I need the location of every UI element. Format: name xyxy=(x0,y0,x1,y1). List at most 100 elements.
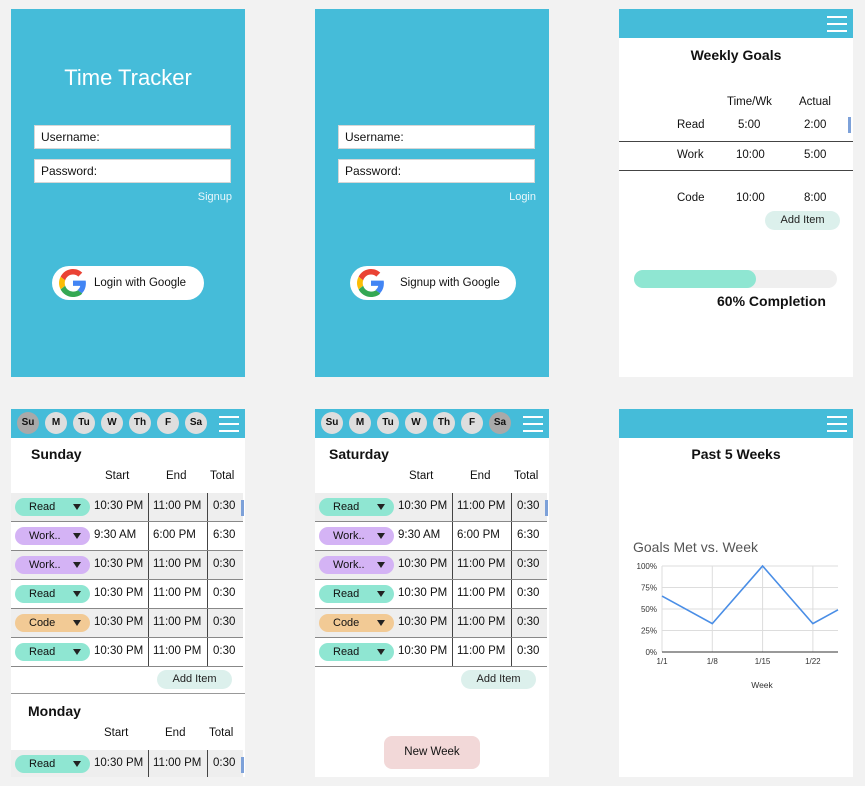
signup-link[interactable]: Signup xyxy=(198,191,232,203)
day-tuesday[interactable]: Tu xyxy=(377,412,399,434)
total-time: 0:30 xyxy=(213,500,236,512)
y-tick-label: 25% xyxy=(641,627,657,636)
category-label: Read xyxy=(333,588,360,600)
end-time[interactable]: 11:00 PM xyxy=(153,558,201,570)
category-dropdown[interactable]: Read xyxy=(319,643,394,661)
scroll-indicator[interactable] xyxy=(545,500,548,516)
total-time: 0:30 xyxy=(213,558,236,570)
category-dropdown[interactable]: Work.. xyxy=(15,556,90,574)
start-time[interactable]: 10:30 PM xyxy=(398,645,447,657)
signup-with-google-button[interactable]: Signup with Google xyxy=(350,266,516,300)
category-dropdown[interactable]: Code xyxy=(319,614,394,632)
start-time[interactable]: 10:30 PM xyxy=(94,500,143,512)
category-dropdown[interactable]: Read xyxy=(15,755,90,773)
end-time[interactable]: 11:00 PM xyxy=(457,616,505,628)
start-time[interactable]: 10:30 PM xyxy=(94,645,143,657)
category-dropdown[interactable]: Read xyxy=(319,498,394,516)
day-friday[interactable]: F xyxy=(461,412,483,434)
start-time[interactable]: 10:30 PM xyxy=(398,500,447,512)
password-field[interactable]: Password: xyxy=(338,159,535,183)
menu-icon[interactable] xyxy=(827,416,847,432)
col-header-actual: Actual xyxy=(799,96,831,108)
scroll-indicator[interactable] xyxy=(241,500,244,516)
start-time[interactable]: 10:30 PM xyxy=(398,616,447,628)
login-screen: Time Tracker Username: Password: Signup … xyxy=(11,9,245,377)
start-time[interactable]: 10:30 PM xyxy=(398,587,447,599)
column-divider xyxy=(148,551,149,580)
day-sunday[interactable]: Su xyxy=(321,412,343,434)
end-time[interactable]: 11:00 PM xyxy=(457,500,505,512)
category-dropdown[interactable]: Read xyxy=(15,585,90,603)
end-time[interactable]: 11:00 PM xyxy=(457,645,505,657)
dropdown-arrow-icon xyxy=(73,620,81,626)
category-dropdown[interactable]: Read xyxy=(15,643,90,661)
end-time[interactable]: 11:00 PM xyxy=(153,757,201,769)
day-sunday[interactable]: Su xyxy=(17,412,39,434)
start-time[interactable]: 10:30 PM xyxy=(94,558,143,570)
day-thursday[interactable]: Th xyxy=(433,412,455,434)
start-time[interactable]: 9:30 AM xyxy=(398,529,440,541)
start-time[interactable]: 10:30 PM xyxy=(94,757,143,769)
column-divider xyxy=(148,638,149,667)
login-link[interactable]: Login xyxy=(509,191,536,203)
day-wednesday[interactable]: W xyxy=(101,412,123,434)
end-time[interactable]: 6:00 PM xyxy=(457,529,500,541)
total-time: 0:30 xyxy=(213,645,236,657)
day-saturday[interactable]: Sa xyxy=(489,412,511,434)
day-thursday[interactable]: Th xyxy=(129,412,151,434)
add-item-button[interactable]: Add Item xyxy=(765,211,840,230)
day-monday[interactable]: M xyxy=(349,412,371,434)
day-wednesday[interactable]: W xyxy=(405,412,427,434)
column-divider xyxy=(207,609,208,638)
start-time[interactable]: 10:30 PM xyxy=(94,616,143,628)
day-monday[interactable]: M xyxy=(45,412,67,434)
category-dropdown[interactable]: Read xyxy=(319,585,394,603)
dropdown-arrow-icon xyxy=(377,649,385,655)
google-icon xyxy=(59,269,86,297)
category-label: Code xyxy=(29,617,56,629)
completion-label: 60% Completion xyxy=(717,293,826,309)
username-field[interactable]: Username: xyxy=(338,125,535,149)
category-dropdown[interactable]: Work.. xyxy=(15,527,90,545)
dropdown-arrow-icon xyxy=(73,504,81,510)
scroll-indicator[interactable] xyxy=(848,117,851,133)
col-header-time: Time/Wk xyxy=(727,96,772,108)
menu-icon[interactable] xyxy=(523,416,543,432)
end-time[interactable]: 6:00 PM xyxy=(153,529,196,541)
column-divider xyxy=(148,580,149,609)
end-time[interactable]: 11:00 PM xyxy=(153,587,201,599)
category-dropdown[interactable]: Read xyxy=(15,498,90,516)
scroll-indicator[interactable] xyxy=(241,757,244,773)
menu-icon[interactable] xyxy=(219,416,239,432)
start-time[interactable]: 10:30 PM xyxy=(94,587,143,599)
login-with-google-button[interactable]: Login with Google xyxy=(52,266,204,300)
page-title: Past 5 Weeks xyxy=(691,446,781,462)
end-time[interactable]: 11:00 PM xyxy=(457,558,505,570)
menu-icon[interactable] xyxy=(827,16,847,32)
day-tuesday[interactable]: Tu xyxy=(73,412,95,434)
end-time[interactable]: 11:00 PM xyxy=(153,500,201,512)
chart-title: Goals Met vs. Week xyxy=(633,539,759,555)
dropdown-arrow-icon xyxy=(377,591,385,597)
column-divider xyxy=(452,638,453,667)
add-item-button[interactable]: Add Item xyxy=(461,670,536,689)
category-dropdown[interactable]: Code xyxy=(15,614,90,632)
day-saturday[interactable]: Sa xyxy=(185,412,207,434)
password-field[interactable]: Password: xyxy=(34,159,231,183)
day-friday[interactable]: F xyxy=(157,412,179,434)
new-week-button[interactable]: New Week xyxy=(384,736,480,769)
end-time[interactable]: 11:00 PM xyxy=(153,616,201,628)
end-time[interactable]: 11:00 PM xyxy=(457,587,505,599)
time-entry-row: Work.. 9:30 AM 6:00 PM 6:30 xyxy=(11,522,243,551)
start-time[interactable]: 9:30 AM xyxy=(94,529,136,541)
category-label: Read xyxy=(29,588,56,600)
start-time[interactable]: 10:30 PM xyxy=(398,558,447,570)
add-item-button[interactable]: Add Item xyxy=(157,670,232,689)
category-dropdown[interactable]: Work.. xyxy=(319,556,394,574)
username-field[interactable]: Username: xyxy=(34,125,231,149)
end-time[interactable]: 11:00 PM xyxy=(153,645,201,657)
category-dropdown[interactable]: Work.. xyxy=(319,527,394,545)
y-tick-label: 75% xyxy=(641,584,657,593)
goal-actual: 5:00 xyxy=(804,149,827,161)
signup-screen: Username: Password: Login Signup with Go… xyxy=(315,9,549,377)
